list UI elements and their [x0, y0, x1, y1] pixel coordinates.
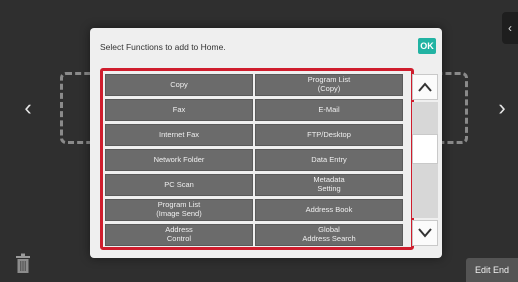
function-address-control[interactable]: Address Control [105, 224, 253, 246]
function-grid: Copy Program List (Copy) Fax E-Mail Inte… [105, 74, 403, 246]
function-address-book[interactable]: Address Book [255, 199, 403, 221]
scrollbar[interactable] [412, 74, 438, 246]
function-data-entry[interactable]: Data Entry [255, 149, 403, 171]
chevron-down-icon [418, 228, 432, 238]
side-tab-button[interactable]: ‹ [502, 12, 518, 44]
chevron-left-small-icon: ‹ [508, 21, 512, 35]
edit-end-button[interactable]: Edit End [466, 258, 518, 282]
scroll-up-button[interactable] [412, 74, 438, 100]
function-program-list-copy[interactable]: Program List (Copy) [255, 74, 403, 96]
function-copy[interactable]: Copy [105, 74, 253, 96]
chevron-up-icon [418, 82, 432, 92]
select-functions-dialog: Select Functions to add to Home. OK Copy… [90, 28, 442, 258]
scroll-track[interactable] [412, 102, 438, 218]
function-global-address-search[interactable]: Global Address Search [255, 224, 403, 246]
trash-icon[interactable] [14, 252, 32, 274]
function-fax[interactable]: Fax [105, 99, 253, 121]
ok-button[interactable]: OK [418, 38, 436, 54]
dialog-title: Select Functions to add to Home. [100, 42, 226, 52]
home-screen: ‹ › ‹ Edit End Select Functions to add t… [0, 0, 518, 282]
scroll-down-button[interactable] [412, 220, 438, 246]
function-network-folder[interactable]: Network Folder [105, 149, 253, 171]
chevron-left-icon[interactable]: ‹ [18, 96, 38, 120]
function-pc-scan[interactable]: PC Scan [105, 174, 253, 196]
function-internet-fax[interactable]: Internet Fax [105, 124, 253, 146]
function-program-list-image-send[interactable]: Program List (Image Send) [105, 199, 253, 221]
function-metadata-setting[interactable]: Metadata Setting [255, 174, 403, 196]
function-email[interactable]: E-Mail [255, 99, 403, 121]
scroll-thumb[interactable] [412, 134, 438, 164]
function-ftp-desktop[interactable]: FTP/Desktop [255, 124, 403, 146]
chevron-right-icon[interactable]: › [492, 96, 512, 120]
